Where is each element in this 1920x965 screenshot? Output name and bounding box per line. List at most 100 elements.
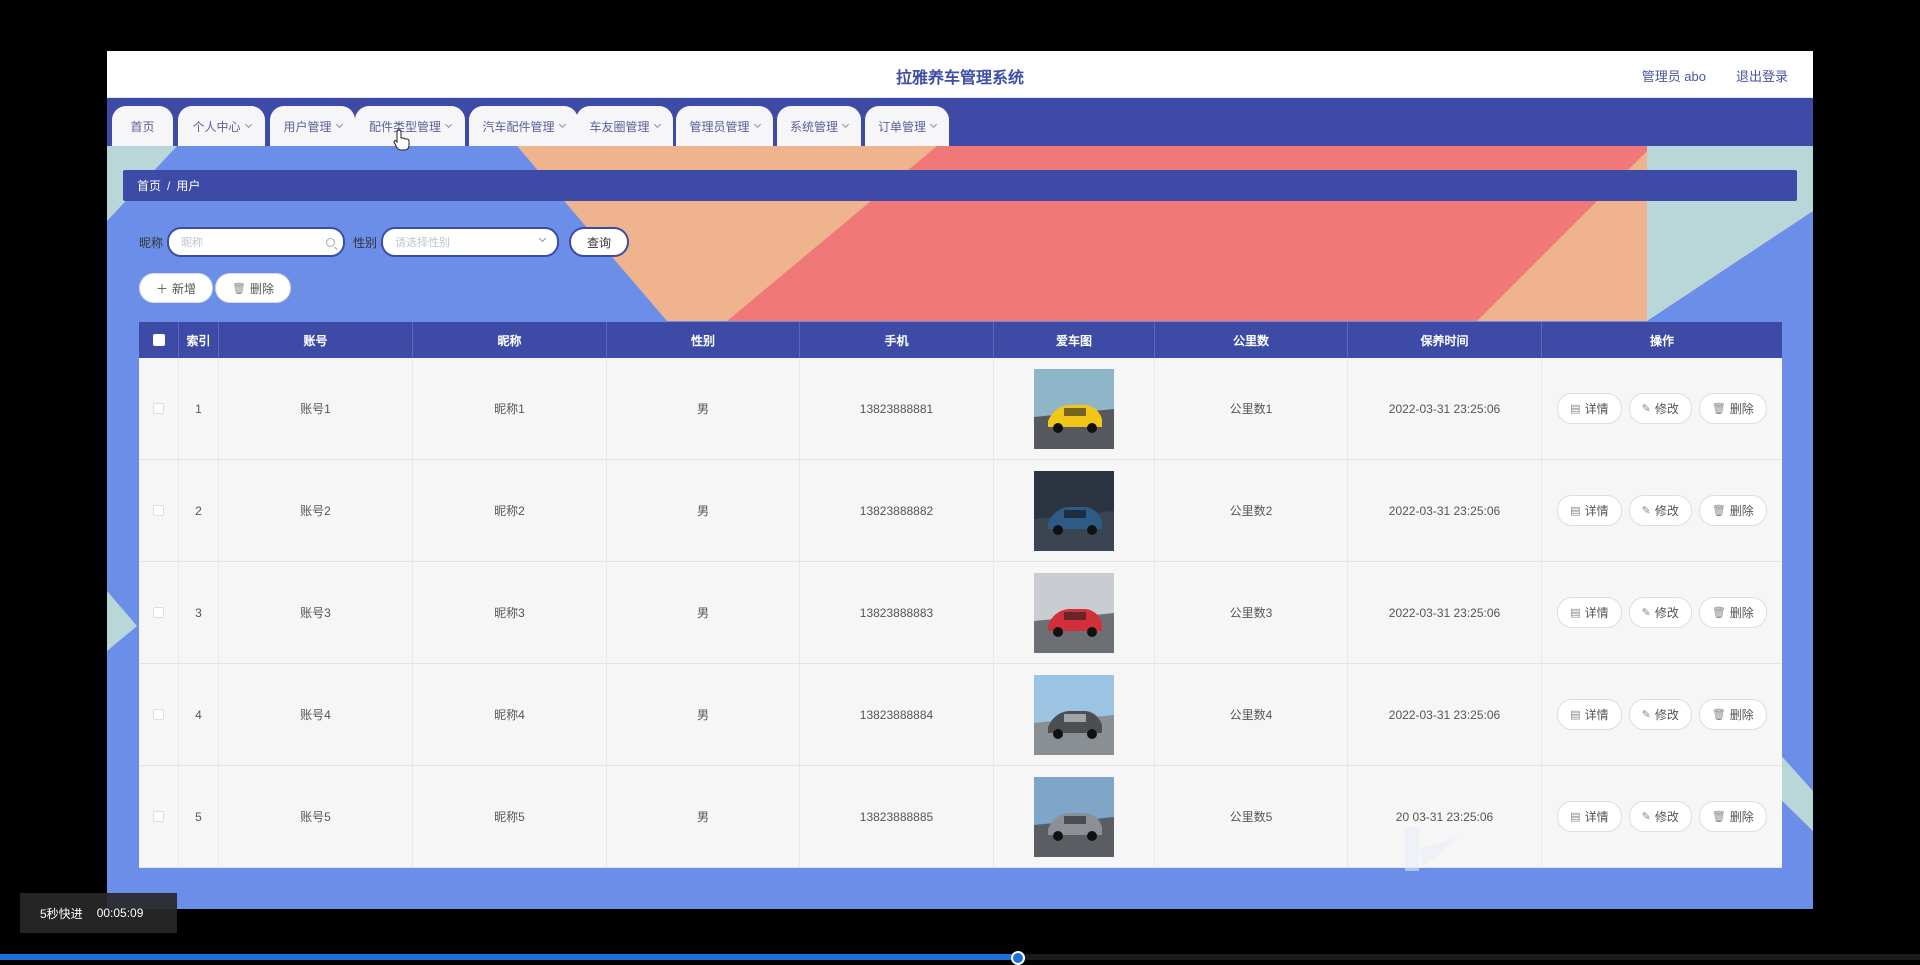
document-icon: ▤ (1570, 505, 1581, 517)
delete-button[interactable]: 🗑 删除 (1698, 393, 1767, 424)
row-select-cell[interactable] (139, 664, 179, 765)
header-operations: 操作 (1649, 333, 1674, 348)
table-row: 3 账号3 昵称3 男 13823888883 公里数3 2022-03-31 23:25:… (139, 562, 1782, 664)
cell-account: 账号4 (219, 664, 413, 765)
document-icon: ▤ (1570, 709, 1581, 721)
car-photo[interactable] (1034, 470, 1114, 551)
delete-label: 删除 (1729, 504, 1754, 518)
nav-label: 首页 (130, 119, 155, 134)
nav-label: 车友圈管理 (589, 119, 650, 134)
row-checkbox[interactable] (153, 403, 164, 414)
cell-mileage: 公里数3 (1155, 562, 1348, 663)
nav-item-personal-center[interactable]: 个人中心 (178, 106, 265, 146)
detail-label: 详情 (1584, 402, 1609, 416)
pencil-icon: ✎ (1641, 811, 1651, 823)
car-photo[interactable] (1034, 674, 1114, 755)
detail-button[interactable]: ▤ 详情 (1557, 393, 1622, 424)
nav-item-system-management[interactable]: 系统管理 (777, 106, 861, 146)
edit-label: 修改 (1654, 708, 1679, 722)
cell-gender: 男 (607, 562, 800, 663)
trash-icon: 🗑 (1711, 709, 1726, 721)
cell-car-image (994, 664, 1155, 765)
nav-item-home[interactable]: 首页 (112, 106, 173, 146)
row-checkbox[interactable] (153, 709, 164, 720)
header-nickname: 昵称 (413, 322, 607, 358)
edit-label: 修改 (1654, 810, 1679, 824)
detail-button[interactable]: ▤ 详情 (1557, 597, 1622, 628)
header-index: 索引 (179, 322, 219, 358)
delete-button[interactable]: 🗑 删除 (1698, 699, 1767, 730)
delete-button[interactable]: 🗑 删除 (1698, 495, 1767, 526)
car-photo[interactable] (1034, 368, 1114, 449)
gender-select[interactable]: 请选择性别 (381, 227, 560, 257)
gender-placeholder: 请选择性别 (395, 237, 451, 249)
edit-button[interactable]: ✎ 修改 (1628, 597, 1692, 628)
header-car-image: 爱车图 (994, 322, 1155, 358)
cell-car-image (994, 358, 1155, 459)
header-select-all[interactable] (139, 322, 179, 358)
nickname-search-input[interactable]: 昵称 (167, 227, 346, 257)
chevron-down-icon (929, 120, 938, 129)
cell-car-image (994, 460, 1155, 561)
nav-label: 系统管理 (789, 119, 838, 134)
chevron-down-icon (653, 120, 661, 129)
table-header: 索引 账号 昵称 性别 手机 爱车图 公里数 保养时间 操作 (139, 322, 1782, 358)
pencil-icon: ✎ (1641, 403, 1651, 415)
edit-button[interactable]: ✎ 修改 (1628, 393, 1692, 424)
cell-mileage: 公里数1 (1155, 358, 1348, 459)
car-photo[interactable] (1034, 572, 1114, 653)
cell-nickname: 昵称1 (413, 358, 607, 459)
logout-link[interactable]: 退出登录 (1736, 66, 1788, 85)
table-row: 4 账号4 昵称4 男 13823888884 公里数4 2022-03-31 23:25:… (139, 664, 1782, 766)
nav-label: 订单管理 (877, 119, 926, 134)
nav-item-user-management[interactable]: 用户管理 (270, 106, 355, 146)
breadcrumb-home[interactable]: 首页 (137, 177, 161, 194)
video-progress-bar[interactable] (0, 951, 1920, 965)
fast-forward-label[interactable]: 5秒快进 (40, 905, 83, 922)
detail-button[interactable]: ▤ 详情 (1557, 495, 1622, 526)
cell-gender: 男 (607, 664, 800, 765)
detail-label: 详情 (1584, 810, 1609, 824)
nav-item-car-parts-management[interactable]: 汽车配件管理 (469, 106, 578, 146)
main-nav: 首页 个人中心 用户管理 配件类型管理 汽车配件管理 车友圈管理 管理员管理 系… (107, 98, 1813, 146)
edit-button[interactable]: ✎ 修改 (1628, 699, 1692, 730)
breadcrumb: 首页 / 用户 (123, 170, 1797, 201)
nav-item-admin-management[interactable]: 管理员管理 (676, 106, 773, 146)
cell-phone: 13823888881 (800, 358, 994, 459)
row-checkbox[interactable] (153, 607, 164, 618)
row-checkbox[interactable] (153, 811, 164, 822)
row-checkbox[interactable] (153, 505, 164, 516)
nav-label: 用户管理 (283, 119, 332, 134)
progress-handle[interactable] (1010, 951, 1025, 965)
edit-button[interactable]: ✎ 修改 (1628, 801, 1692, 832)
table-row: 5 账号5 昵称5 男 13823888885 公里数5 20 03-31 23:25:06… (139, 766, 1782, 868)
delete-label: 删除 (1729, 402, 1754, 416)
nav-item-car-club-management[interactable]: 车友圈管理 (576, 106, 673, 146)
detail-label: 详情 (1584, 504, 1609, 518)
pencil-icon: ✎ (1641, 709, 1651, 721)
row-select-cell[interactable] (139, 358, 179, 459)
query-button[interactable]: 查询 (569, 227, 630, 257)
delete-button[interactable]: 🗑 删除 (1698, 801, 1767, 832)
select-all-checkbox[interactable] (152, 334, 165, 346)
car-photo[interactable] (1034, 776, 1114, 857)
cell-gender: 男 (607, 358, 800, 459)
cell-phone: 13823888883 (800, 562, 994, 663)
nav-item-order-management[interactable]: 订单管理 (865, 106, 949, 146)
detail-button[interactable]: ▤ 详情 (1557, 699, 1622, 730)
delete-button[interactable]: 🗑 删除 (1698, 597, 1767, 628)
row-select-cell[interactable] (139, 460, 179, 561)
action-buttons: ＋新增 🗑 删除 (139, 273, 292, 303)
playback-time: 00:05:09 (96, 906, 144, 920)
detail-button[interactable]: ▤ 详情 (1557, 801, 1622, 832)
breadcrumb-separator: / (167, 178, 171, 193)
row-select-cell[interactable] (139, 562, 179, 663)
edit-button[interactable]: ✎ 修改 (1628, 495, 1692, 526)
batch-delete-button[interactable]: 🗑 删除 (215, 273, 292, 303)
nav-label: 汽车配件管理 (482, 119, 555, 134)
delete-label: 删除 (1729, 708, 1754, 722)
add-button[interactable]: ＋新增 (139, 273, 214, 303)
table-row: 1 账号1 昵称1 男 13823888881 公里数1 2022-03-31 23:25:… (139, 358, 1782, 460)
trash-icon: 🗑 (1711, 607, 1726, 619)
row-select-cell[interactable] (139, 766, 179, 867)
